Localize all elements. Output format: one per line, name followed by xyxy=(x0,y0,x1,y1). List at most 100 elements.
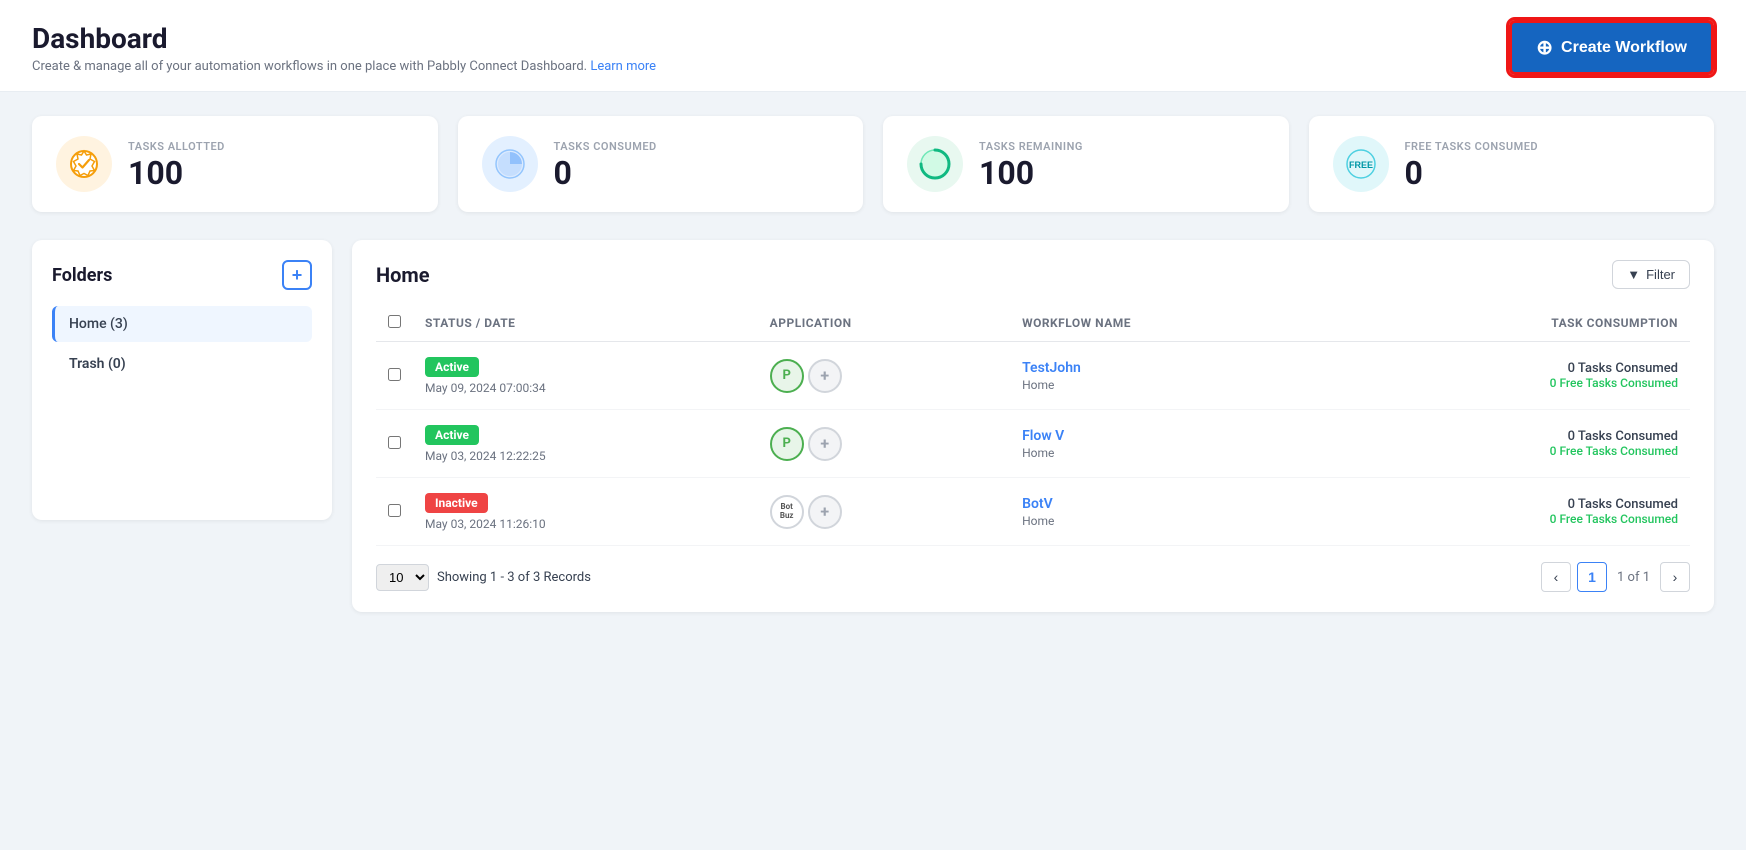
workflow-name-link[interactable]: TestJohn xyxy=(1022,360,1315,376)
stats-row: TASKS ALLOTTED 100 TASKS CONSUMED 0 xyxy=(32,116,1714,212)
next-page-button[interactable]: › xyxy=(1660,562,1690,592)
current-page-number: 1 xyxy=(1588,569,1596,585)
header-left: Dashboard Create & manage all of your au… xyxy=(32,22,656,74)
create-workflow-label: Create Workflow xyxy=(1561,39,1687,57)
row-checkbox[interactable] xyxy=(388,504,401,517)
workflow-name-cell: TestJohn Home xyxy=(1010,342,1327,410)
table-header: STATUS / DATE APPLICATION WORKFLOW NAME … xyxy=(376,305,1690,342)
workflow-name-link[interactable]: Flow V xyxy=(1022,428,1315,444)
stat-value-remaining: 100 xyxy=(979,157,1083,189)
task-consumption-cell: 0 Tasks Consumed 0 Free Tasks Consumed xyxy=(1327,342,1690,410)
add-app-icon[interactable]: + xyxy=(808,359,842,393)
pagination-row: 10 25 50 Showing 1 - 3 of 3 Records ‹ 1 … xyxy=(376,562,1690,592)
status-date: May 09, 2024 07:00:34 xyxy=(425,381,746,395)
workflow-name-link[interactable]: BotV xyxy=(1022,496,1315,512)
folders-panel: Folders + Home (3) Trash (0) xyxy=(32,240,332,520)
filter-label: Filter xyxy=(1646,267,1675,282)
stat-card-consumed: TASKS CONSUMED 0 xyxy=(458,116,864,212)
row-checkbox[interactable] xyxy=(388,368,401,381)
row-checkbox-cell xyxy=(376,478,413,546)
status-date-cell: Inactive May 03, 2024 11:26:10 xyxy=(413,478,758,546)
stat-value-free-consumed: 0 xyxy=(1405,157,1539,189)
header-subtitle: Create & manage all of your automation w… xyxy=(32,59,656,74)
subtitle-text: Create & manage all of your automation w… xyxy=(32,59,590,74)
status-date-cell: Active May 03, 2024 12:22:25 xyxy=(413,410,758,478)
current-page-button[interactable]: 1 xyxy=(1577,562,1607,592)
showing-records-text: Showing 1 - 3 of 3 Records xyxy=(437,570,591,585)
page-title: Dashboard xyxy=(32,22,656,55)
stat-value-consumed: 0 xyxy=(554,157,657,189)
free-task-consumed: 0 Free Tasks Consumed xyxy=(1339,444,1678,458)
stat-label-remaining: TASKS REMAINING xyxy=(979,140,1083,153)
folder-item-trash[interactable]: Trash (0) xyxy=(52,346,312,382)
plus-circle-icon: ⊕ xyxy=(1536,35,1553,60)
workflow-name-cell: BotV Home xyxy=(1010,478,1327,546)
free-badge-icon: FREE xyxy=(1343,146,1379,182)
bottom-section: Folders + Home (3) Trash (0) Home ▼ Filt… xyxy=(32,240,1714,612)
create-workflow-button[interactable]: ⊕ Create Workflow xyxy=(1509,20,1714,75)
prev-page-button[interactable]: ‹ xyxy=(1541,562,1571,592)
stat-icon-remaining xyxy=(907,136,963,192)
page-info: 1 of 1 xyxy=(1613,570,1654,585)
workflow-folder: Home xyxy=(1022,378,1315,392)
status-date: May 03, 2024 12:22:25 xyxy=(425,449,746,463)
table-body: Active May 09, 2024 07:00:34 P + TestJ xyxy=(376,342,1690,546)
stat-card-free-consumed: FREE FREE TASKS CONSUMED 0 xyxy=(1309,116,1715,212)
donut-chart-icon xyxy=(917,146,953,182)
per-page-select[interactable]: 10 25 50 xyxy=(376,564,429,591)
select-all-checkbox[interactable] xyxy=(388,315,401,328)
task-consumed: 0 Tasks Consumed xyxy=(1339,429,1678,444)
pabbly-app-icon: P xyxy=(770,427,804,461)
add-folder-button[interactable]: + xyxy=(282,260,312,290)
add-app-icon[interactable]: + xyxy=(808,427,842,461)
filter-button[interactable]: ▼ Filter xyxy=(1612,260,1690,289)
free-task-consumed: 0 Free Tasks Consumed xyxy=(1339,512,1678,526)
stat-info-allotted: TASKS ALLOTTED 100 xyxy=(128,140,225,189)
status-date-cell: Active May 09, 2024 07:00:34 xyxy=(413,342,758,410)
folder-home-label: Home (3) xyxy=(69,316,128,332)
workflow-folder: Home xyxy=(1022,514,1315,528)
row-checkbox[interactable] xyxy=(388,436,401,449)
pabbly-app-icon: P xyxy=(770,359,804,393)
folder-trash-label: Trash (0) xyxy=(69,356,126,372)
table-row: Active May 09, 2024 07:00:34 P + TestJ xyxy=(376,342,1690,410)
stat-info-free-consumed: FREE TASKS CONSUMED 0 xyxy=(1405,140,1539,189)
task-consumed: 0 Tasks Consumed xyxy=(1339,361,1678,376)
workflow-name-cell: Flow V Home xyxy=(1010,410,1327,478)
stat-card-allotted: TASKS ALLOTTED 100 xyxy=(32,116,438,212)
application-cell: BotBuz + xyxy=(758,478,1010,546)
app-icons: BotBuz + xyxy=(770,495,998,529)
status-badge: Active xyxy=(425,425,479,445)
learn-more-link[interactable]: Learn more xyxy=(590,59,656,74)
workflows-table: STATUS / DATE APPLICATION WORKFLOW NAME … xyxy=(376,305,1690,546)
stat-card-remaining: TASKS REMAINING 100 xyxy=(883,116,1289,212)
badge-check-icon xyxy=(68,148,100,180)
folder-item-home[interactable]: Home (3) xyxy=(52,306,312,342)
header: Dashboard Create & manage all of your au… xyxy=(0,0,1746,92)
table-header-row: STATUS / DATE APPLICATION WORKFLOW NAME … xyxy=(376,305,1690,342)
col-task-consumption: TASK CONSUMPTION xyxy=(1327,305,1690,342)
workflows-panel: Home ▼ Filter STATUS / DATE APPLICAT xyxy=(352,240,1714,612)
free-task-consumed: 0 Free Tasks Consumed xyxy=(1339,376,1678,390)
stat-info-consumed: TASKS CONSUMED 0 xyxy=(554,140,657,189)
add-app-icon[interactable]: + xyxy=(808,495,842,529)
app-icons: P + xyxy=(770,427,998,461)
task-consumption-cell: 0 Tasks Consumed 0 Free Tasks Consumed xyxy=(1327,478,1690,546)
stat-label-allotted: TASKS ALLOTTED xyxy=(128,140,225,153)
stat-info-remaining: TASKS REMAINING 100 xyxy=(979,140,1083,189)
stat-value-allotted: 100 xyxy=(128,157,225,189)
pagination-right: ‹ 1 1 of 1 › xyxy=(1541,562,1690,592)
status-badge: Active xyxy=(425,357,479,377)
stat-label-consumed: TASKS CONSUMED xyxy=(554,140,657,153)
application-cell: P + xyxy=(758,342,1010,410)
workflows-section-title: Home xyxy=(376,263,430,287)
svg-text:FREE: FREE xyxy=(1348,160,1372,170)
folders-header: Folders + xyxy=(52,260,312,290)
checkbox-header xyxy=(376,305,413,342)
col-application: APPLICATION xyxy=(758,305,1010,342)
table-row: Active May 03, 2024 12:22:25 P + Flow xyxy=(376,410,1690,478)
workflows-header: Home ▼ Filter xyxy=(376,260,1690,289)
application-cell: P + xyxy=(758,410,1010,478)
table-row: Inactive May 03, 2024 11:26:10 BotBuz + xyxy=(376,478,1690,546)
folders-title: Folders xyxy=(52,265,112,286)
